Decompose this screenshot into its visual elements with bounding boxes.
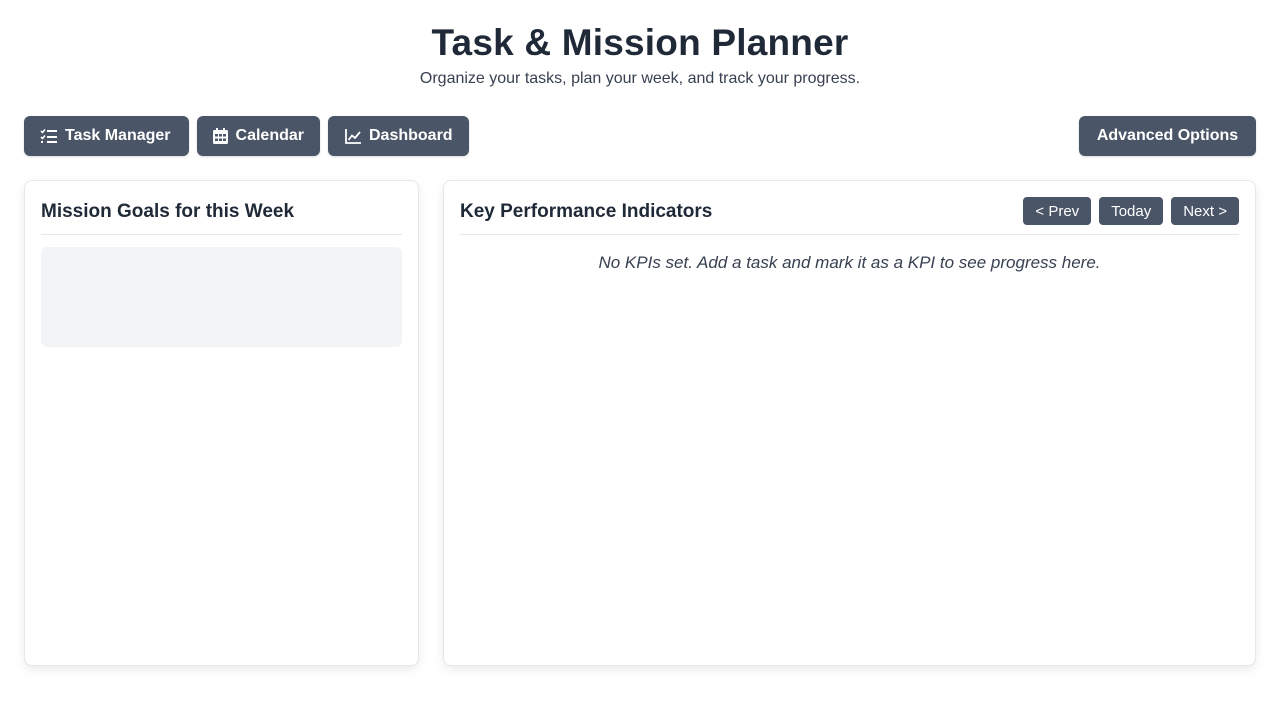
dashboard-label: Dashboard	[369, 127, 453, 144]
advanced-options-button[interactable]: Advanced Options	[1079, 116, 1256, 156]
mission-goals-panel: Mission Goals for this Week	[24, 180, 419, 666]
task-manager-button[interactable]: Task Manager	[24, 116, 189, 156]
checklist-icon	[40, 127, 58, 145]
prev-button[interactable]: < Prev	[1023, 197, 1092, 225]
kpi-empty-message: No KPIs set. Add a task and mark it as a…	[598, 253, 1101, 272]
chart-line-icon	[344, 127, 362, 145]
divider	[460, 234, 1239, 235]
advanced-options-label: Advanced Options	[1096, 127, 1239, 144]
task-manager-label: Task Manager	[65, 127, 171, 144]
dashboard-button[interactable]: Dashboard	[328, 116, 469, 156]
calendar-icon	[213, 127, 229, 145]
mission-goals-input-area[interactable]	[41, 247, 402, 347]
calendar-label: Calendar	[235, 127, 304, 144]
calendar-button[interactable]: Calendar	[197, 116, 320, 156]
page-subtitle: Organize your tasks, plan your week, and…	[419, 70, 861, 87]
page-title: Task & Mission Planner	[431, 22, 849, 63]
next-button[interactable]: Next >	[1171, 197, 1239, 225]
kpi-navigation: < Prev Today Next >	[1023, 197, 1239, 225]
mission-goals-title: Mission Goals for this Week	[41, 201, 295, 222]
kpi-panel: Key Performance Indicators < Prev Today …	[443, 180, 1256, 666]
today-button[interactable]: Today	[1099, 197, 1164, 225]
divider	[41, 234, 402, 235]
kpi-title: Key Performance Indicators	[460, 201, 713, 222]
